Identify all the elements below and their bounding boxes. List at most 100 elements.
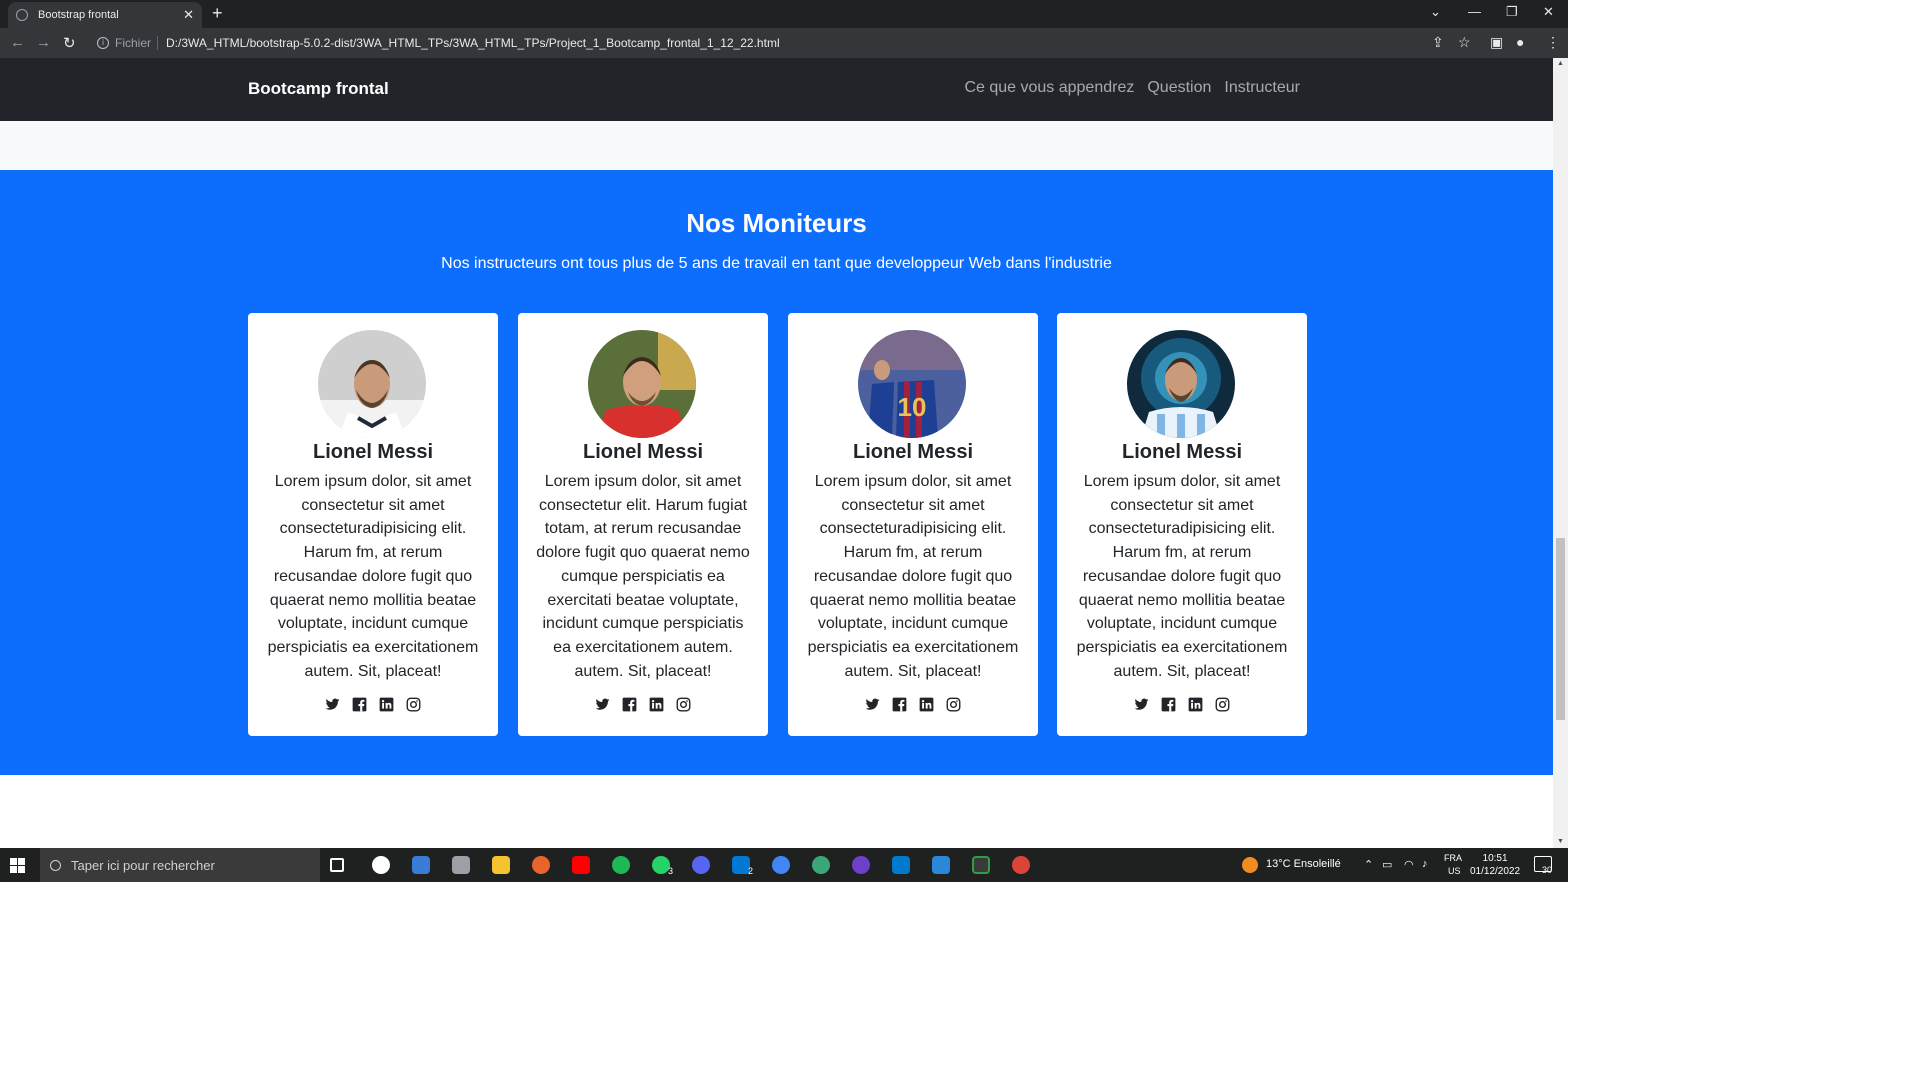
instructor-bio: Lorem ipsum dolor, sit amet consectetur … xyxy=(536,473,750,680)
youtube-icon[interactable] xyxy=(572,856,590,874)
page-scrollbar[interactable]: ▲ ▼ xyxy=(1553,58,1568,848)
svg-text:10: 10 xyxy=(898,392,927,422)
chrome-icon[interactable] xyxy=(772,856,790,874)
facebook-icon[interactable] xyxy=(892,696,908,712)
restore-icon[interactable]: ❐ xyxy=(1506,4,1518,20)
instructor-bio: Lorem ipsum dolor, sit amet consectetur … xyxy=(807,473,1019,680)
instructor-bio: Lorem ipsum dolor, sit amet consectetur … xyxy=(1076,473,1288,680)
site-brand[interactable]: Bootcamp frontal xyxy=(248,79,389,99)
menu-kebab-icon[interactable]: ⋮ xyxy=(1546,34,1560,51)
back-arrow-icon[interactable]: ← xyxy=(10,34,25,51)
instagram-icon[interactable] xyxy=(676,696,692,712)
language-bottom[interactable]: US xyxy=(1448,866,1461,876)
bookmark-star-icon[interactable]: ☆ xyxy=(1458,34,1471,51)
paint-icon[interactable] xyxy=(932,856,950,874)
weather-sun-icon[interactable] xyxy=(1242,857,1258,873)
twitter-icon[interactable] xyxy=(325,696,341,712)
tab-close-icon[interactable]: ✕ xyxy=(183,7,194,23)
window-close-icon[interactable]: ✕ xyxy=(1543,4,1554,20)
chrome-active-icon[interactable] xyxy=(1012,856,1030,874)
app-plus-icon[interactable] xyxy=(972,856,990,874)
search-icon xyxy=(50,859,61,871)
scheme-label: Fichier xyxy=(115,36,152,50)
tab-title: Bootstrap frontal xyxy=(38,9,119,21)
section-subtitle: Nos instructeurs ont tous plus de 5 ans … xyxy=(441,255,1112,272)
side-panel-icon[interactable]: ▣ xyxy=(1490,34,1503,51)
facebook-icon[interactable] xyxy=(1161,696,1177,712)
volume-icon[interactable]: ♪ xyxy=(1422,858,1428,870)
instagram-icon[interactable] xyxy=(946,696,962,712)
task-view-icon[interactable] xyxy=(330,858,344,872)
page-favicon-icon xyxy=(16,9,28,21)
twitter-icon[interactable] xyxy=(595,696,611,712)
section-title: Nos Moniteurs xyxy=(686,208,867,238)
battery-icon[interactable]: ▭ xyxy=(1382,858,1392,871)
site-nav-links: Ce que vous appendrez Question Instructe… xyxy=(964,79,1300,97)
windows-start-icon[interactable] xyxy=(10,858,25,873)
new-tab-button[interactable]: + xyxy=(212,3,223,24)
instructor-name: Lionel Messi xyxy=(582,441,704,463)
mail-badge: 2 xyxy=(748,866,754,876)
site-info-icon[interactable]: i xyxy=(97,37,109,49)
language-top[interactable]: FRA xyxy=(1444,853,1462,863)
instagram-icon[interactable] xyxy=(406,696,422,712)
nav-link-instructor[interactable]: Instructeur xyxy=(1224,79,1300,97)
address-separator xyxy=(157,36,159,50)
share-icon[interactable]: ⇪ xyxy=(1432,34,1444,51)
spotify-icon[interactable] xyxy=(612,856,630,874)
app-green-icon[interactable] xyxy=(812,856,830,874)
instructor-name: Lionel Messi xyxy=(312,441,434,463)
forward-arrow-icon[interactable]: → xyxy=(36,34,51,51)
instructor-name: Lionel Messi xyxy=(1121,441,1243,463)
weather-text[interactable]: 13°C Ensoleillé xyxy=(1266,858,1341,870)
instructor-bio: Lorem ipsum dolor, sit amet consectetur … xyxy=(267,473,479,680)
taskbar-search[interactable]: Taper ici pour rechercher xyxy=(40,848,320,882)
instructor-photo xyxy=(318,330,426,438)
instructor-card: Lionel Messi Lorem ipsum dolor, sit amet… xyxy=(518,313,768,736)
vscode-icon[interactable] xyxy=(892,856,910,874)
facebook-icon[interactable] xyxy=(352,696,368,712)
reload-icon[interactable]: ↻ xyxy=(63,34,76,52)
linkedin-icon[interactable] xyxy=(379,696,395,712)
instagram-icon[interactable] xyxy=(1215,696,1231,712)
scroll-down-arrow-icon[interactable]: ▼ xyxy=(1557,838,1564,845)
social-links xyxy=(788,696,1038,712)
site-navbar: Bootcamp frontal Ce que vous appendrez Q… xyxy=(0,58,1553,121)
file-explorer-icon[interactable] xyxy=(492,856,510,874)
scrollbar-thumb[interactable] xyxy=(1556,538,1565,720)
tray-chevron-icon[interactable]: ⌃ xyxy=(1364,858,1373,871)
url-text[interactable]: D:/3WA_HTML/bootstrap-5.0.2-dist/3WA_HTM… xyxy=(166,36,780,50)
browser-tab[interactable]: Bootstrap frontal ✕ xyxy=(8,2,202,28)
instructor-card: 10 Lionel Messi Lorem ipsum dolor, sit a… xyxy=(788,313,1038,736)
minimize-icon[interactable]: — xyxy=(1468,4,1481,19)
linkedin-icon[interactable] xyxy=(649,696,665,712)
firefox-icon[interactable] xyxy=(532,856,550,874)
taskbar-search-placeholder: Taper ici pour rechercher xyxy=(71,857,215,873)
profile-icon[interactable]: ● xyxy=(1516,34,1524,50)
facebook-icon[interactable] xyxy=(622,696,638,712)
linkedin-icon[interactable] xyxy=(1188,696,1204,712)
scroll-up-arrow-icon[interactable]: ▲ xyxy=(1557,60,1564,67)
settings-gear-icon[interactable] xyxy=(372,856,390,874)
tab-search-chevron-icon[interactable]: ⌄ xyxy=(1430,4,1441,20)
nav-link-question[interactable]: Question xyxy=(1147,79,1211,97)
discord-icon[interactable] xyxy=(692,856,710,874)
twitter-icon[interactable] xyxy=(1134,696,1150,712)
social-links xyxy=(1057,696,1307,712)
taskbar-clock[interactable]: 10:51 01/12/2022 xyxy=(1470,852,1520,878)
store-icon[interactable] xyxy=(412,856,430,874)
nav-link-learn[interactable]: Ce que vous appendrez xyxy=(964,79,1134,97)
previous-section-tail xyxy=(0,121,1553,170)
windows-taskbar: Taper ici pour rechercher 3 2 13°C Ensol… xyxy=(0,848,1568,882)
github-desktop-icon[interactable] xyxy=(852,856,870,874)
instructors-section: Nos Moniteurs Nos instructeurs ont tous … xyxy=(0,170,1553,775)
address-bar[interactable]: i Fichier D:/3WA_HTML/bootstrap-5.0.2-di… xyxy=(90,31,1480,55)
linkedin-icon[interactable] xyxy=(919,696,935,712)
instructor-card: Lionel Messi Lorem ipsum dolor, sit amet… xyxy=(248,313,498,736)
photos-icon[interactable] xyxy=(452,856,470,874)
wifi-icon[interactable]: ◠ xyxy=(1404,858,1414,871)
clock-time: 10:51 xyxy=(1482,853,1508,864)
notification-count: 30 xyxy=(1542,865,1553,875)
twitter-icon[interactable] xyxy=(865,696,881,712)
social-links xyxy=(248,696,498,712)
